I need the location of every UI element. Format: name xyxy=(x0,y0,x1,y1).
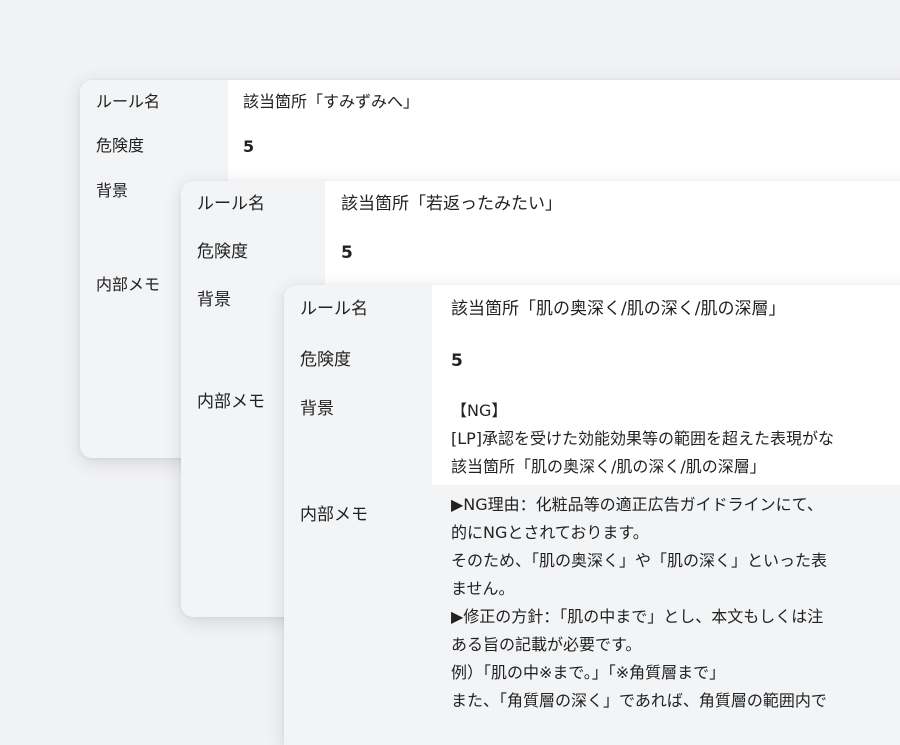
memo-line: ▶NG理由：化粧品等の適正広告ガイドラインにて、 xyxy=(451,495,823,514)
memo-line: 的にNGとされております。 xyxy=(451,523,649,542)
memo-line: 例）「肌の中※まで。」「※角質層まで」 xyxy=(451,663,726,682)
memo-line: ▶修正の方針：「肌の中まで」とし、本文もしくは注 xyxy=(451,607,824,626)
risk-label: 危険度 xyxy=(96,136,145,155)
risk-label: 危険度 xyxy=(300,350,351,370)
memo-line: ません。 xyxy=(451,579,515,598)
background-label: 背景 xyxy=(197,290,231,310)
memo-label: 内部メモ xyxy=(300,505,368,525)
risk-value: 5 xyxy=(341,243,353,263)
background-line: 【NG】 xyxy=(451,401,508,420)
background-label: 背景 xyxy=(96,181,129,200)
rule-name-value: 該当箇所「若返ったみたい」 xyxy=(341,194,562,214)
memo-label: 内部メモ xyxy=(197,392,265,412)
risk-value: 5 xyxy=(243,137,255,156)
risk-label: 危険度 xyxy=(197,242,248,262)
rule-name-value: 該当箇所「肌の奥深く/肌の深く/肌の深層」 xyxy=(451,299,786,319)
rule-card-hada-no-okufukaku[interactable]: ルール名 該当箇所「肌の奥深く/肌の深く/肌の深層」 危険度 5 背景 【NG】… xyxy=(284,285,900,745)
background-line: [LP]承認を受けた効能効果等の範囲を超えた表現がな xyxy=(451,429,835,448)
rule-name-label: ルール名 xyxy=(96,92,161,111)
rule-name-label: ルール名 xyxy=(300,299,368,319)
memo-line: ある旨の記載が必要です。 xyxy=(451,635,642,654)
memo-text: ▶NG理由：化粧品等の適正広告ガイドラインにて、 的にNGとされております。 そ… xyxy=(451,491,900,715)
risk-value: 5 xyxy=(451,351,463,371)
memo-line: また、「角質層の深く」であれば、角質層の範囲内で xyxy=(451,691,827,710)
background-label: 背景 xyxy=(300,399,334,419)
rule-name-label: ルール名 xyxy=(197,194,265,214)
rule-name-value: 該当箇所「すみずみへ」 xyxy=(243,92,420,111)
background-line: 該当箇所「肌の奥深く/肌の深く/肌の深層」 xyxy=(451,457,766,476)
memo-label: 内部メモ xyxy=(96,275,161,294)
memo-line: そのため、「肌の奥深く」や「肌の深く」といった表 xyxy=(451,551,828,570)
background-text: 【NG】 [LP]承認を受けた効能効果等の範囲を超えた表現がな 該当箇所「肌の奥… xyxy=(451,397,834,481)
